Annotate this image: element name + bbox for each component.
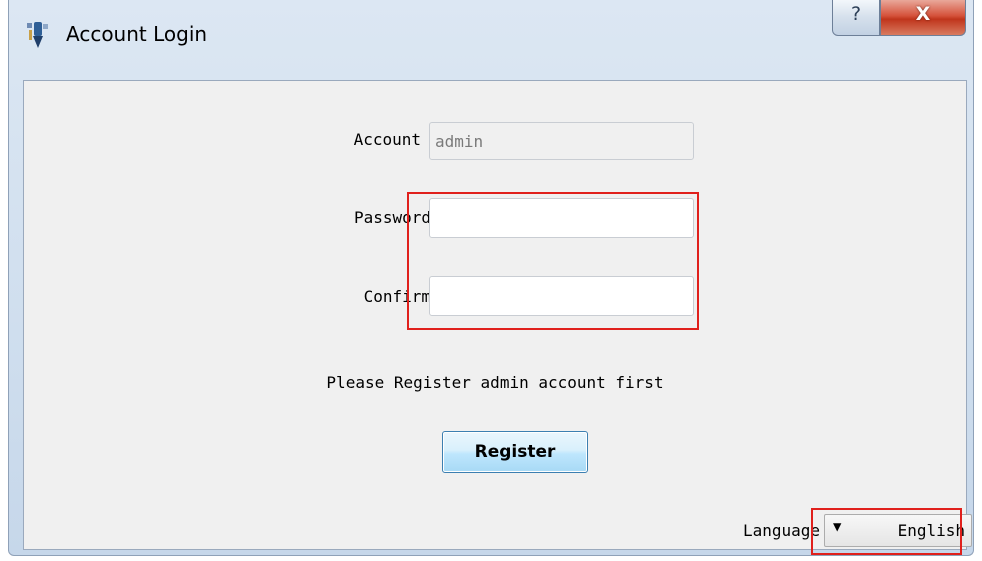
close-icon: X [915,3,931,25]
confirm-label: Confirm [363,287,431,306]
confirm-field[interactable] [429,276,694,316]
account-label: Account [353,130,421,149]
close-button[interactable]: X [880,0,966,36]
dialog-content: Account Password Confirm Please Register… [23,80,972,550]
title-bar[interactable]: Account Login [9,0,973,80]
account-field[interactable] [429,122,694,160]
password-label: Password [353,208,431,227]
language-selected-value: English [897,521,965,540]
account-login-dialog: Account Login ? X Account Password Confi… [8,0,974,556]
app-logo-icon [27,22,48,48]
language-label: Language [742,521,820,540]
register-button[interactable]: Register [442,431,588,473]
help-icon: ? [850,3,862,25]
triangle-down-icon: ▼ [833,519,842,535]
register-hint-text: Please Register admin account first [326,373,664,392]
window-title: Account Login [66,22,208,46]
help-button[interactable]: ? [832,0,880,36]
language-dropdown[interactable]: ▼ English [824,514,972,547]
password-field[interactable] [429,198,694,238]
